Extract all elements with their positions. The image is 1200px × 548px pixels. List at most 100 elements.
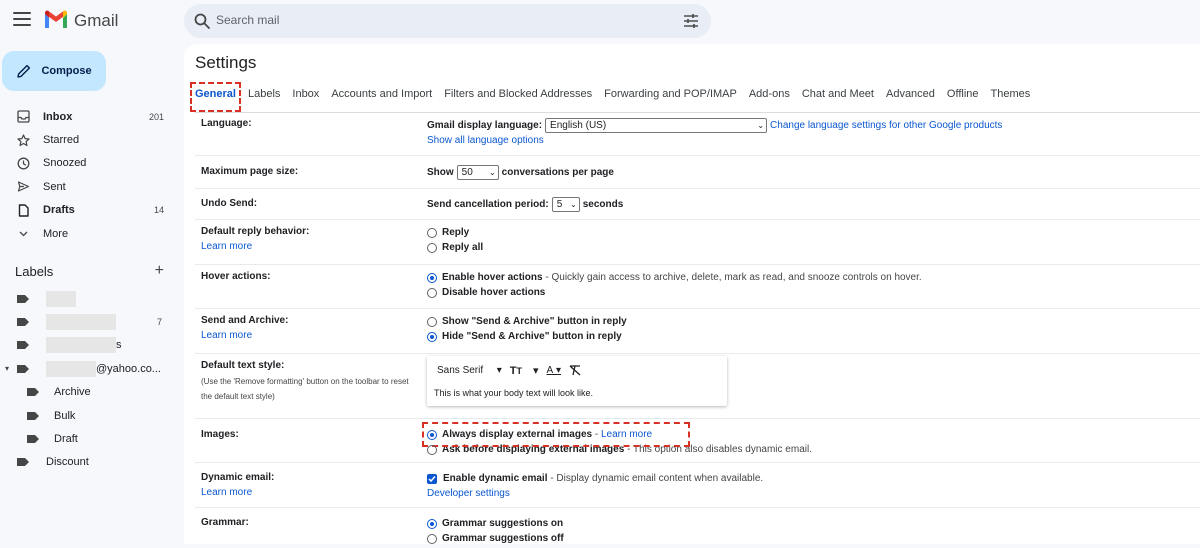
tab-forwarding[interactable]: Forwarding and POP/IMAP xyxy=(604,87,737,107)
label-item[interactable] xyxy=(0,287,178,310)
learn-more-link[interactable]: Learn more xyxy=(201,241,252,252)
label-item[interactable]: Draft xyxy=(0,427,178,450)
radio-button[interactable] xyxy=(427,316,437,327)
tab-themes[interactable]: Themes xyxy=(991,87,1031,107)
tab-general[interactable]: General xyxy=(190,82,241,112)
setting-value: Gmail display language: English (US) ⌄ C… xyxy=(427,118,1003,146)
setting-label: Language: xyxy=(201,118,252,129)
setting-label: Maximum page size: xyxy=(201,166,299,177)
hide-send-archive-option[interactable]: Hide "Send & Archive" button in reply xyxy=(427,329,627,344)
label-item[interactable]: s xyxy=(0,334,178,357)
tab-filters[interactable]: Filters and Blocked Addresses xyxy=(444,87,592,107)
disable-hover-option[interactable]: Disable hover actions xyxy=(427,285,922,300)
enable-hover-option[interactable]: Enable hover actions - Quickly gain acce… xyxy=(427,270,922,285)
label-item[interactable]: ▾ @yahoo.co... xyxy=(0,357,178,380)
label-tag-icon xyxy=(17,364,29,373)
setting-value: Show 50 ⌄ conversations per page xyxy=(427,165,614,180)
ask-before-images-option[interactable]: Ask before displaying external images - … xyxy=(427,442,812,457)
sidebar-item-label: Starred xyxy=(43,134,80,147)
radio-button-selected[interactable] xyxy=(427,518,437,529)
expand-caret-icon[interactable]: ▾ xyxy=(5,364,9,373)
undo-send-select[interactable]: 5 ⌄ xyxy=(551,197,580,212)
enable-dynamic-email-option[interactable]: Enable dynamic email - Display dynamic e… xyxy=(427,471,763,486)
learn-more-link[interactable]: Learn more xyxy=(601,429,652,440)
tab-inbox[interactable]: Inbox xyxy=(292,87,319,107)
radio-button[interactable] xyxy=(427,287,437,298)
compose-button[interactable]: Compose xyxy=(2,51,106,91)
setting-value: Grammar suggestions on Grammar suggestio… xyxy=(427,516,564,546)
page-size-select[interactable]: 50 ⌄ xyxy=(456,165,499,180)
tab-labels[interactable]: Labels xyxy=(248,87,280,107)
setting-value: Reply Reply all xyxy=(427,225,483,255)
setting-row-send-archive: Send and Archive: Learn more Show "Send … xyxy=(195,309,1200,354)
label-tag-icon xyxy=(17,294,29,303)
tab-add-ons[interactable]: Add-ons xyxy=(749,87,790,107)
clock-icon xyxy=(16,156,30,170)
radio-button[interactable] xyxy=(427,533,437,544)
star-icon xyxy=(16,133,30,147)
sidebar-item-sent[interactable]: Sent xyxy=(0,175,178,198)
always-display-images-option[interactable]: Always display external images - Learn m… xyxy=(422,422,690,447)
label-tag-icon xyxy=(27,411,39,420)
setting-value: Show "Send & Archive" button in reply Hi… xyxy=(427,314,627,344)
chevron-down-icon: ⌄ xyxy=(570,200,577,209)
redacted-label xyxy=(46,360,96,377)
labels-list: 7 s ▾ @yahoo.co... Archive Bulk Draft Di… xyxy=(0,287,178,474)
sidebar-item-starred[interactable]: Starred xyxy=(0,128,178,151)
tab-advanced[interactable]: Advanced xyxy=(886,87,935,107)
radio-button-selected[interactable] xyxy=(427,331,437,342)
tab-accounts-and-import[interactable]: Accounts and Import xyxy=(331,87,432,107)
learn-more-link[interactable]: Learn more xyxy=(201,330,252,341)
radio-button-selected[interactable] xyxy=(427,429,437,440)
search-options-icon[interactable] xyxy=(683,13,699,29)
font-family-select[interactable]: Sans Serif ▾ xyxy=(437,365,502,376)
label-item[interactable]: Discount xyxy=(0,451,178,474)
unread-count: 201 xyxy=(148,111,164,122)
radio-button[interactable] xyxy=(427,444,437,455)
text-style-note: (Use the 'Remove formatting' button on t… xyxy=(201,377,409,401)
tab-chat-and-meet[interactable]: Chat and Meet xyxy=(802,87,874,107)
setting-label: Undo Send: xyxy=(201,198,258,209)
text-style-editor[interactable]: Sans Serif ▾ TT ▾ A ▾ This is what your … xyxy=(427,356,727,406)
tabs-divider xyxy=(195,112,1200,113)
learn-more-link[interactable]: Learn more xyxy=(201,487,252,498)
label-item[interactable]: 7 xyxy=(0,310,178,333)
radio-button[interactable] xyxy=(427,242,437,253)
search-bar[interactable]: Search mail xyxy=(184,4,711,38)
reply-all-option[interactable]: Reply all xyxy=(427,240,483,255)
remove-formatting-icon[interactable] xyxy=(569,365,581,376)
setting-row-reply: Default reply behavior: Learn more Reply… xyxy=(195,220,1200,265)
tab-offline[interactable]: Offline xyxy=(947,87,979,107)
setting-row-text-style: Default text style: (Use the 'Remove for… xyxy=(195,354,1200,419)
checkbox-checked[interactable] xyxy=(427,473,437,484)
gmail-logo-icon[interactable] xyxy=(44,10,68,30)
search-input[interactable]: Search mail xyxy=(216,13,279,27)
text-color-icon[interactable]: A ▾ xyxy=(547,365,561,376)
setting-row-images: Images: Always display external images -… xyxy=(195,419,1200,463)
add-label-icon[interactable]: + xyxy=(155,262,164,280)
sidebar-item-snoozed[interactable]: Snoozed xyxy=(0,152,178,175)
label-item[interactable]: Archive xyxy=(0,381,178,404)
sidebar-item-more[interactable]: More xyxy=(0,222,178,245)
formatting-toolbar: Sans Serif ▾ TT ▾ A ▾ xyxy=(437,364,589,377)
sidebar-item-label: Inbox xyxy=(43,110,73,123)
show-send-archive-option[interactable]: Show "Send & Archive" button in reply xyxy=(427,314,627,329)
developer-settings-link[interactable]: Developer settings xyxy=(427,488,510,499)
search-icon[interactable] xyxy=(193,12,211,30)
chevron-down-icon: ⌄ xyxy=(757,121,765,130)
label-item[interactable]: Bulk xyxy=(0,404,178,427)
label-tag-icon xyxy=(17,341,29,350)
radio-button-selected[interactable] xyxy=(427,272,437,283)
show-all-languages-link[interactable]: Show all language options xyxy=(427,135,544,146)
grammar-off-option[interactable]: Grammar suggestions off xyxy=(427,531,564,546)
change-language-link[interactable]: Change language settings for other Googl… xyxy=(770,120,1002,131)
grammar-on-option[interactable]: Grammar suggestions on xyxy=(427,516,564,531)
text-size-icon[interactable]: TT ▾ xyxy=(510,364,539,378)
main-menu-icon[interactable] xyxy=(13,12,31,26)
language-select[interactable]: English (US) ⌄ xyxy=(545,118,768,133)
compose-label: Compose xyxy=(41,65,92,77)
sidebar-item-inbox[interactable]: Inbox 201 xyxy=(0,105,178,128)
sidebar-item-drafts[interactable]: Drafts 14 xyxy=(0,199,178,222)
reply-option[interactable]: Reply xyxy=(427,225,483,240)
radio-button[interactable] xyxy=(427,227,437,238)
